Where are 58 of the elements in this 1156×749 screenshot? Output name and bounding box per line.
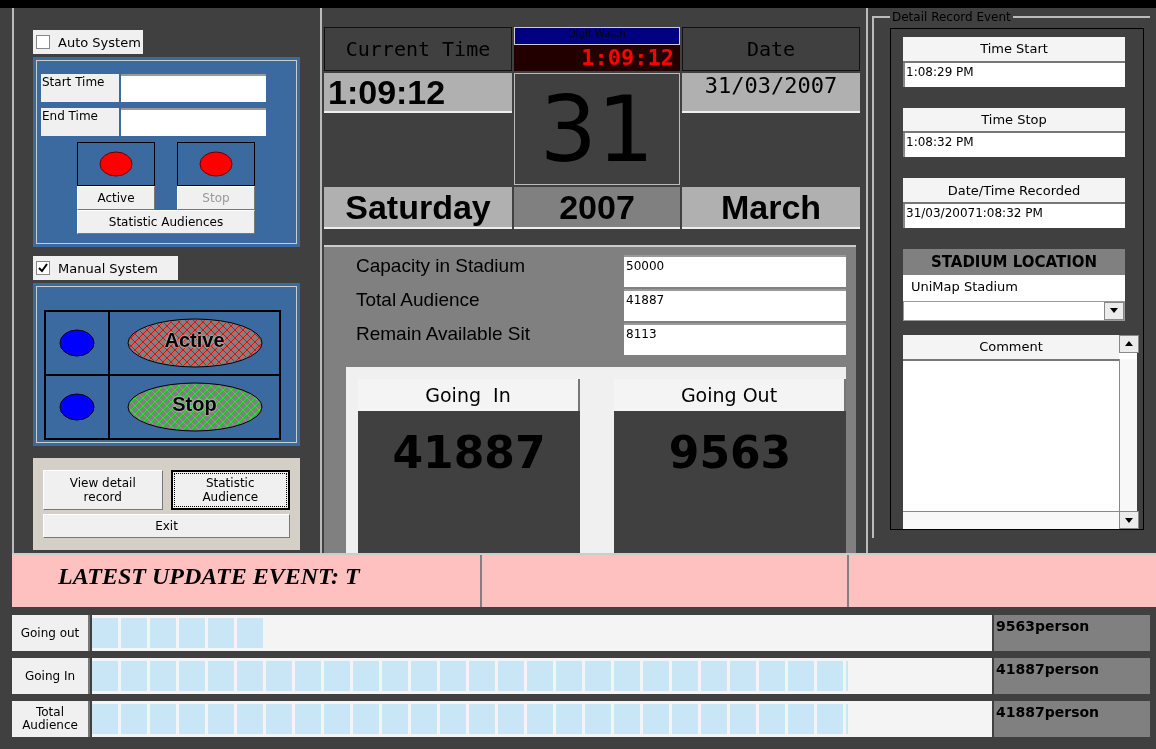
location-value: UniMap Stadium [903, 274, 1125, 301]
record-header: Time Start [903, 37, 1125, 63]
vertical-scrollbar[interactable] [1119, 358, 1137, 512]
indicator-light-icon [59, 393, 95, 421]
stat-reading: 9563person [994, 615, 1150, 651]
stat-reading: 41887person [994, 658, 1150, 694]
lamp-icon [99, 151, 133, 177]
comment-header: Comment [903, 334, 1119, 361]
stat-label: Total Audience [12, 701, 90, 737]
statistic-audience-button[interactable]: Statistic Audience [170, 470, 290, 510]
stat-label: Going out [12, 615, 90, 651]
stadium-label: Remain Available Sit [356, 323, 531, 344]
record-header: Date/Time Recorded [903, 178, 1125, 205]
counter-value: 9563 [614, 411, 846, 555]
event-banner: LATEST UPDATE EVENT: T [12, 555, 480, 607]
counter-header: Going Out [614, 379, 846, 411]
record-value-field[interactable]: 1:08:29 PM [903, 62, 1125, 87]
group-title: Detail Record Event [891, 10, 1012, 24]
stadium-value-field[interactable]: 41887 [624, 289, 846, 321]
record-value-field[interactable]: 1:08:32 PM [903, 133, 1125, 158]
date-value: 31/03/2007 [682, 73, 860, 113]
lamp-icon [199, 151, 233, 177]
scroll-up-icon[interactable] [1119, 334, 1139, 353]
watch-title: Digit Watch [514, 27, 680, 45]
field-label: End Time [41, 108, 119, 136]
start-time-field[interactable] [121, 74, 266, 102]
counter-value: 41887 [358, 411, 580, 555]
stadium-label: Total Audience [356, 289, 481, 310]
stat-reading: 41887person [994, 701, 1150, 737]
stat-label: Going In [12, 658, 90, 694]
manual-system-checkbox[interactable]: Manual System [33, 256, 178, 280]
record-value-field[interactable]: 31/03/20071:08:32 PM [903, 204, 1125, 228]
led-time: 1:09:12 [514, 45, 680, 71]
auto-system-checkbox[interactable]: Auto System [33, 30, 143, 54]
location-header: STADIUM LOCATION [903, 248, 1125, 275]
weekday: Saturday [324, 187, 512, 229]
statistic-audiences-button[interactable]: Statistic Audiences [77, 210, 255, 234]
counter-header: Going In [358, 379, 580, 411]
comment-area[interactable]: Comment [903, 334, 1137, 530]
indicator-light-icon [59, 329, 95, 357]
month: March [682, 187, 860, 229]
current-time-header: Current Time [324, 27, 512, 71]
end-time-field[interactable] [121, 108, 266, 136]
check-icon [38, 263, 48, 273]
stadium-label: Capacity in Stadium [356, 255, 526, 276]
field-label: Start Time [41, 74, 119, 102]
lamp-button[interactable]: Active [77, 186, 155, 210]
exit-button[interactable]: Exit [43, 514, 290, 538]
view-detail-button[interactable]: View detail record [43, 470, 163, 510]
stadium-value-field[interactable]: 8113 [624, 323, 846, 355]
date-header: Date [682, 27, 860, 71]
scroll-down-icon[interactable] [1119, 511, 1139, 530]
record-header: Time Stop [903, 107, 1125, 134]
current-time: 1:09:12 [324, 73, 512, 113]
day-number: 31 [514, 73, 680, 185]
year: 2007 [514, 187, 680, 229]
horizontal-scrollbar[interactable] [903, 511, 1119, 530]
stadium-value-field[interactable]: 50000 [624, 255, 846, 287]
